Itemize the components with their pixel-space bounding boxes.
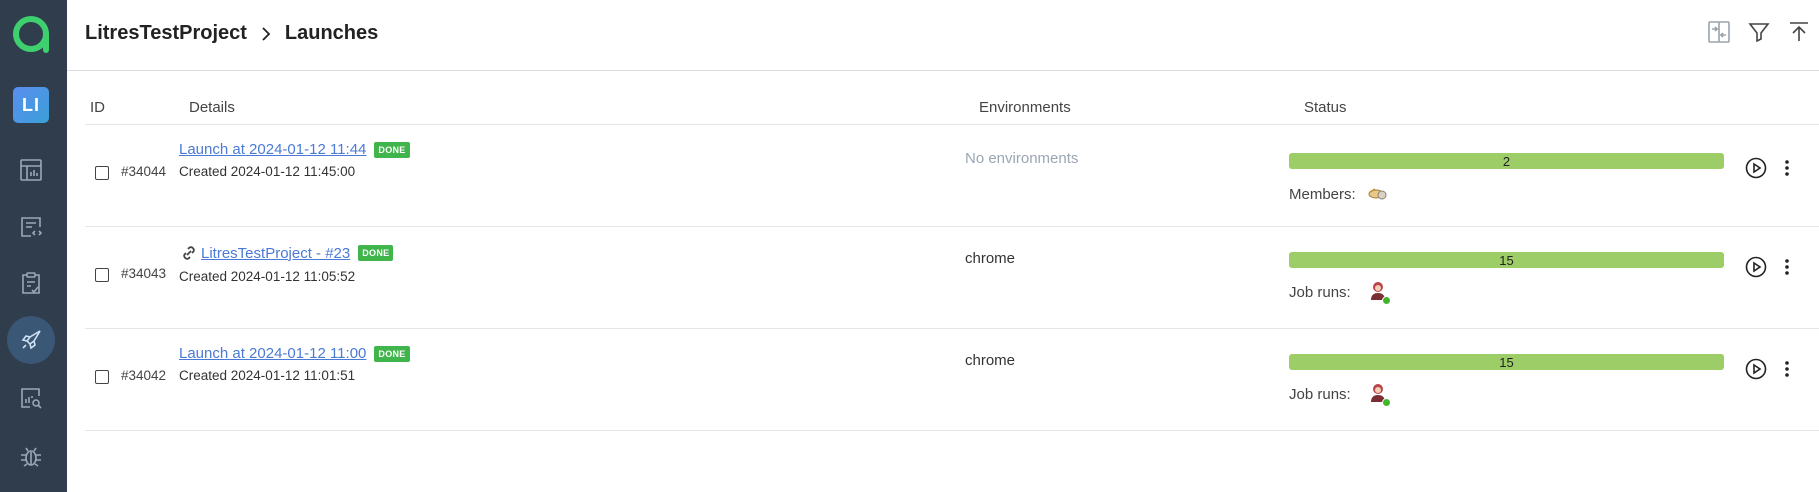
status-count: 15 bbox=[1499, 354, 1514, 370]
status-count: 2 bbox=[1502, 153, 1511, 169]
more-vertical-icon bbox=[1785, 259, 1789, 275]
defects-icon bbox=[21, 447, 41, 467]
environment-value: chrome bbox=[965, 250, 1016, 267]
rerun-button[interactable] bbox=[1744, 357, 1768, 381]
created-date: Created 2024-01-12 11:45:00 bbox=[179, 164, 356, 179]
row-checkbox[interactable] bbox=[95, 166, 109, 180]
rerun-button[interactable] bbox=[1744, 255, 1768, 279]
nav-analytics[interactable] bbox=[7, 374, 55, 422]
launch-details: Launch at 2024-01-12 11:00 DONE Created … bbox=[179, 345, 410, 383]
rerun-button[interactable] bbox=[1744, 156, 1768, 180]
status-badge: DONE bbox=[374, 141, 410, 158]
status-progress-bar[interactable]: 2 bbox=[1289, 153, 1724, 169]
header: LitresTestProject Launches bbox=[67, 0, 1819, 71]
more-vertical-icon bbox=[1785, 361, 1789, 377]
status-badge: DONE bbox=[374, 345, 410, 362]
more-vertical-icon bbox=[1785, 160, 1789, 176]
more-options-button[interactable] bbox=[1777, 255, 1797, 279]
launch-id: #34044 bbox=[121, 164, 167, 179]
launches-icon bbox=[21, 330, 41, 350]
dashboard-icon bbox=[20, 159, 42, 181]
compare-icon bbox=[1708, 21, 1730, 43]
launch-details: LitresTestProject - #23 DONE Created 202… bbox=[179, 243, 394, 284]
nav-test-cases[interactable] bbox=[7, 203, 55, 251]
upload-icon bbox=[1790, 22, 1808, 41]
launch-id: #34043 bbox=[121, 266, 167, 281]
link-icon bbox=[183, 246, 195, 260]
filter-icon bbox=[1748, 23, 1770, 43]
column-header-id[interactable]: ID bbox=[90, 99, 105, 116]
upload-button[interactable] bbox=[1779, 18, 1819, 46]
launch-details: Launch at 2024-01-12 11:44 DONE Created … bbox=[179, 141, 410, 179]
row-checkbox[interactable] bbox=[95, 370, 109, 384]
table-header: ID Details Environments Status bbox=[85, 95, 1819, 125]
test-plans-icon bbox=[22, 272, 40, 294]
more-options-button[interactable] bbox=[1777, 357, 1797, 381]
created-date: Created 2024-01-12 11:01:51 bbox=[179, 368, 356, 383]
status-count: 15 bbox=[1499, 252, 1514, 268]
launch-id: #34042 bbox=[121, 368, 167, 383]
status-progress-bar[interactable]: 15 bbox=[1289, 354, 1724, 370]
chevron-right-icon bbox=[262, 26, 271, 41]
header-actions bbox=[1699, 18, 1819, 46]
launches-table: ID Details Environments Status #34044 La… bbox=[85, 95, 1819, 431]
online-status-dot bbox=[1382, 296, 1391, 305]
compare-button[interactable] bbox=[1699, 18, 1739, 46]
status-badge: DONE bbox=[358, 245, 394, 261]
nav-launches[interactable] bbox=[7, 316, 55, 364]
breadcrumb: LitresTestProject Launches bbox=[85, 22, 378, 45]
job-run-avatar[interactable] bbox=[1367, 381, 1391, 407]
table-row[interactable]: #34044 Launch at 2024-01-12 11:44 DONE C… bbox=[85, 125, 1819, 227]
created-date: Created 2024-01-12 11:05:52 bbox=[179, 269, 356, 284]
table-row[interactable]: #34043 LitresTestProject - #23 DONE Crea… bbox=[85, 227, 1819, 329]
nav-defects[interactable] bbox=[7, 432, 55, 480]
environment-value: chrome bbox=[965, 352, 1016, 369]
online-status-dot bbox=[1382, 398, 1391, 407]
members-label: Members: bbox=[1289, 186, 1356, 203]
play-circle-icon bbox=[1745, 256, 1767, 278]
launch-title-link[interactable]: Launch at 2024-01-12 11:44 bbox=[179, 141, 366, 158]
launch-title-link[interactable]: LitresTestProject - #23 bbox=[201, 245, 350, 262]
allure-logo-icon[interactable] bbox=[11, 14, 51, 54]
row-checkbox[interactable] bbox=[95, 268, 109, 282]
job-runs-label: Job runs: bbox=[1289, 284, 1351, 301]
sidebar: LI bbox=[0, 0, 67, 492]
table-row[interactable]: #34042 Launch at 2024-01-12 11:00 DONE C… bbox=[85, 329, 1819, 431]
test-cases-icon bbox=[21, 217, 43, 237]
column-header-status[interactable]: Status bbox=[1304, 99, 1347, 116]
more-options-button[interactable] bbox=[1777, 156, 1797, 180]
play-circle-icon bbox=[1745, 157, 1767, 179]
filter-button[interactable] bbox=[1739, 18, 1779, 46]
job-runs-label: Job runs: bbox=[1289, 386, 1351, 403]
column-header-details[interactable]: Details bbox=[189, 99, 235, 116]
status-progress-bar[interactable]: 15 bbox=[1289, 252, 1724, 268]
play-circle-icon bbox=[1745, 358, 1767, 380]
launch-title-link[interactable]: Launch at 2024-01-12 11:00 bbox=[179, 345, 366, 362]
nav-test-plans[interactable] bbox=[7, 259, 55, 307]
nav-dashboards[interactable] bbox=[7, 146, 55, 194]
breadcrumb-project[interactable]: LitresTestProject bbox=[85, 22, 247, 45]
page-title: Launches bbox=[284, 22, 379, 44]
members-avatar-icon[interactable] bbox=[1367, 183, 1389, 205]
analytics-icon bbox=[21, 388, 42, 409]
environment-value: No environments bbox=[965, 150, 1079, 167]
column-header-environments[interactable]: Environments bbox=[979, 99, 1071, 116]
job-run-avatar[interactable] bbox=[1367, 279, 1391, 305]
project-badge[interactable]: LI bbox=[13, 87, 49, 123]
